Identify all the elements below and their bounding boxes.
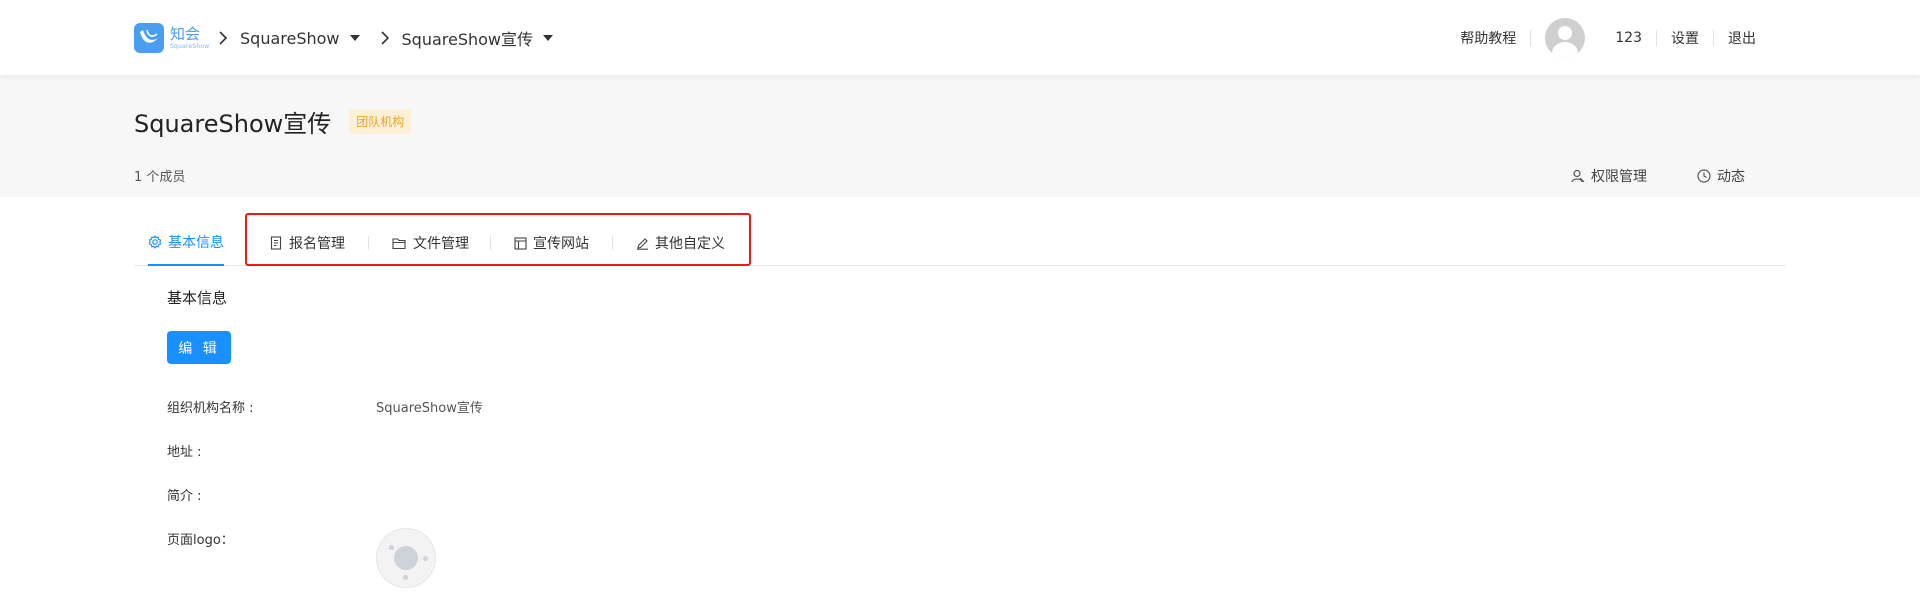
clock-icon <box>1697 169 1711 183</box>
tab-basic-info[interactable]: 基本信息 <box>148 220 224 266</box>
breadcrumb-label: SquareShow <box>240 28 340 48</box>
highlight-annotation <box>245 213 751 266</box>
org-actions: 权限管理 动态 <box>1521 166 1745 186</box>
breadcrumb-item-squareshow[interactable]: SquareShow <box>240 29 360 48</box>
page-logo-image[interactable] <box>376 528 436 588</box>
breadcrumb-item-org[interactable]: SquareShow宣传 <box>402 26 554 50</box>
org-name: SquareShow宣传 <box>134 110 332 138</box>
breadcrumb: SquareShow SquareShow宣传 <box>216 26 571 50</box>
user-permission-icon <box>1571 169 1585 183</box>
tab-label: 基本信息 <box>168 235 224 251</box>
caret-down-icon <box>349 35 360 41</box>
settings-link[interactable]: 设置 <box>1657 28 1713 48</box>
logo-icon <box>134 23 164 53</box>
member-count[interactable]: 1 个成员 <box>134 166 185 185</box>
gear-icon <box>148 235 162 249</box>
edit-button[interactable]: 编 辑 <box>167 331 231 364</box>
app-logo[interactable]: 知会 SquareShow <box>134 22 209 54</box>
org-type-badge: 团队机构 <box>349 109 412 134</box>
field-label-address: 地址 : <box>167 445 202 460</box>
activity-button[interactable]: 动态 <box>1697 166 1745 186</box>
caret-down-icon <box>543 35 554 41</box>
field-label-org-name: 组织机构名称 : <box>167 401 254 416</box>
field-label-intro: 简介 : <box>167 489 202 504</box>
section-title: 基本信息 <box>167 289 228 307</box>
avatar[interactable] <box>1545 18 1586 58</box>
field-label-page-logo: 页面logo： <box>167 533 234 548</box>
divider <box>1530 30 1532 46</box>
top-navbar: 知会 SquareShow SquareShow SquareShow宣传 帮助… <box>0 0 1920 75</box>
activity-label: 动态 <box>1717 169 1745 185</box>
logo-text-en: SquareShow <box>170 42 210 50</box>
permission-management-button[interactable]: 权限管理 <box>1571 166 1647 186</box>
page-title: SquareShow宣传 团队机构 <box>134 104 412 139</box>
user-menu: 帮助教程 123 设置 退出 <box>1446 18 1770 58</box>
permission-management-label: 权限管理 <box>1591 169 1647 185</box>
username[interactable]: 123 <box>1599 30 1656 46</box>
logout-link[interactable]: 退出 <box>1714 28 1770 48</box>
field-value-org-name: SquareShow宣传 <box>376 401 483 416</box>
logo-text-cn: 知会 <box>170 24 201 43</box>
help-link[interactable]: 帮助教程 <box>1446 28 1530 48</box>
breadcrumb-label: SquareShow宣传 <box>401 30 534 49</box>
chevron-right-icon <box>378 28 392 48</box>
chevron-right-icon <box>216 28 230 48</box>
